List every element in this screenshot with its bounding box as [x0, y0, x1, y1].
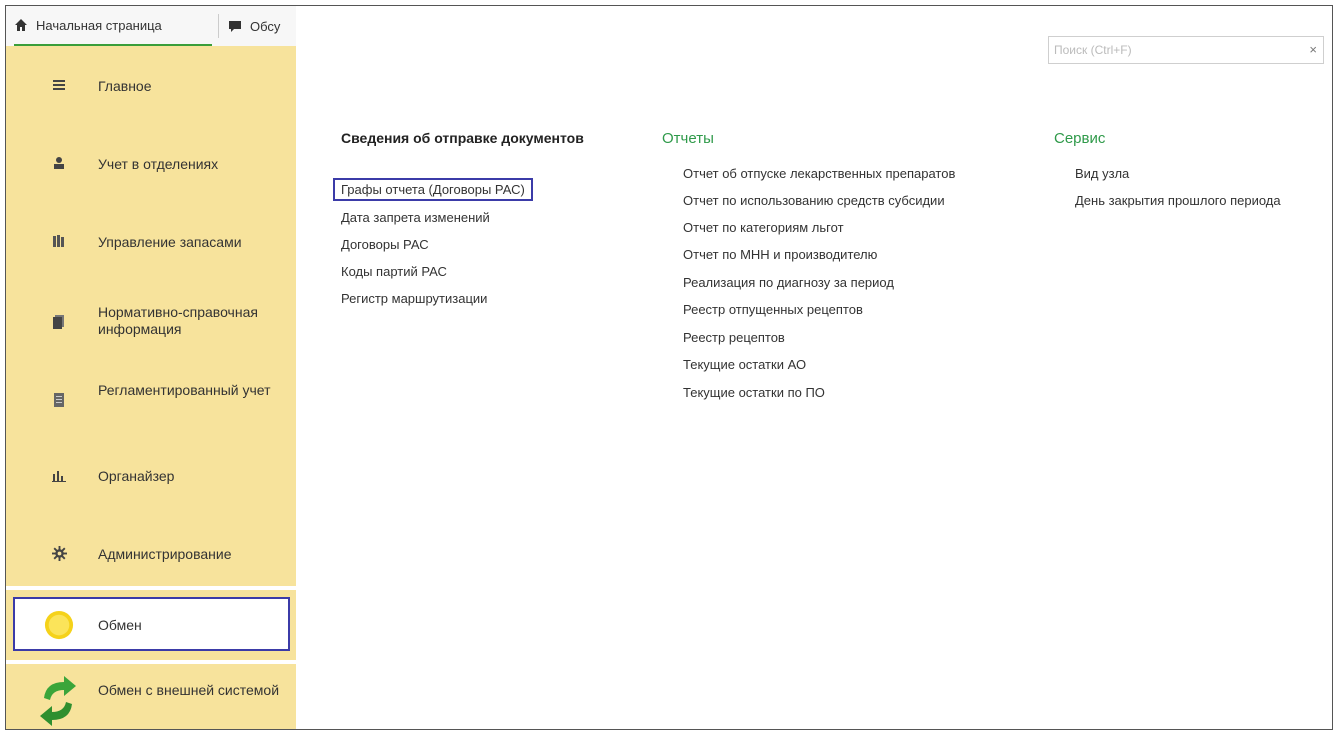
sidebar-item-administration[interactable]: Администрирование — [6, 534, 296, 574]
document-icon — [44, 392, 74, 408]
link-report-benefit-categories[interactable]: Отчет по категориям льгот — [683, 220, 844, 235]
column-title-service: Сервис — [1054, 130, 1106, 147]
sidebar-item-organizer[interactable]: Органайзер — [6, 456, 296, 496]
link-current-balances-po[interactable]: Текущие остатки по ПО — [683, 385, 825, 400]
chat-icon — [229, 21, 241, 32]
link-node-type[interactable]: Вид узла — [1075, 166, 1129, 181]
sun-icon — [44, 609, 74, 641]
tab-discussions-label: Обсу — [250, 18, 281, 34]
sidebar-item-main[interactable]: Главное — [6, 66, 296, 106]
sidebar-item-label: Регламентированный учет — [98, 382, 271, 398]
sidebar-item-regulated-accounting[interactable]: Регламентированный учет — [6, 370, 296, 430]
tab-bar: Начальная страница Обсу — [6, 6, 296, 47]
search-box: × — [1048, 36, 1324, 64]
sidebar-item-departments[interactable]: Учет в отделениях — [6, 144, 296, 184]
sidebar-item-label: Нормативно-справочная информация — [98, 304, 258, 337]
sidebar-item-reference-info[interactable]: Нормативно-справочная информация — [6, 292, 296, 352]
sidebar-item-label: Главное — [98, 78, 152, 94]
column-title-document-sending: Сведения об отправке документов — [341, 130, 584, 146]
tab-separator — [218, 14, 219, 38]
sync-arrows-icon — [36, 674, 80, 728]
clear-icon[interactable]: × — [1309, 42, 1317, 57]
tab-home[interactable]: Начальная страница — [14, 6, 212, 46]
link-report-columns-ras[interactable]: Графы отчета (Договоры РАС) — [333, 178, 533, 201]
sidebar-item-exchange[interactable]: Обмен — [13, 597, 290, 651]
link-previous-period-closing-day[interactable]: День закрытия прошлого периода — [1075, 193, 1281, 208]
link-routing-register[interactable]: Регистр маршрутизации — [341, 291, 487, 306]
sidebar-item-label: Управление запасами — [98, 234, 242, 250]
sidebar-item-label: Обмен — [98, 617, 142, 633]
home-icon — [15, 19, 27, 31]
link-report-subsidy[interactable]: Отчет по использованию средств субсидии — [683, 193, 945, 208]
link-dispensed-prescriptions-register[interactable]: Реестр отпущенных рецептов — [683, 302, 863, 317]
link-ras-contracts[interactable]: Договоры РАС — [341, 237, 429, 252]
books-icon — [44, 234, 74, 248]
link-current-balances-ao[interactable]: Текущие остатки АО — [683, 357, 806, 372]
folder-icon — [44, 314, 74, 330]
sidebar-item-external-exchange[interactable]: Обмен с внешней системой — [6, 670, 296, 729]
link-report-dispensing[interactable]: Отчет об отпуске лекарственных препарато… — [683, 166, 955, 181]
link-report-inn-manufacturer[interactable]: Отчет по МНН и производителю — [683, 247, 877, 262]
sections-panel: Главное Учет в отделениях Управление зап… — [6, 46, 296, 729]
sidebar-divider — [6, 586, 296, 590]
app-window: Начальная страница Обсу Главное Учет в о… — [5, 5, 1333, 730]
list-icon — [44, 78, 74, 92]
sidebar-item-label: Учет в отделениях — [98, 156, 219, 172]
tab-home-label: Начальная страница — [36, 17, 162, 33]
column-title-reports: Отчеты — [662, 130, 714, 147]
sidebar-item-label: Обмен с внешней системой — [98, 682, 280, 698]
link-change-lock-date[interactable]: Дата запрета изменений — [341, 210, 490, 225]
sidebar-divider — [6, 660, 296, 664]
link-sales-by-diagnosis[interactable]: Реализация по диагнозу за период — [683, 275, 894, 290]
sidebar-item-label: Администрирование — [98, 546, 232, 562]
sidebar-item-inventory[interactable]: Управление запасами — [6, 222, 296, 262]
link-prescriptions-register[interactable]: Реестр рецептов — [683, 330, 785, 345]
chart-icon — [44, 468, 74, 482]
gear-icon — [44, 546, 74, 561]
link-ras-batch-codes[interactable]: Коды партий РАС — [341, 264, 447, 279]
main-content: × Сведения об отправке документов Графы … — [296, 6, 1332, 729]
person-icon — [44, 156, 74, 170]
tab-discussions[interactable]: Обсу — [228, 6, 296, 46]
sidebar-item-label: Органайзер — [98, 468, 175, 484]
search-input[interactable] — [1049, 37, 1296, 63]
